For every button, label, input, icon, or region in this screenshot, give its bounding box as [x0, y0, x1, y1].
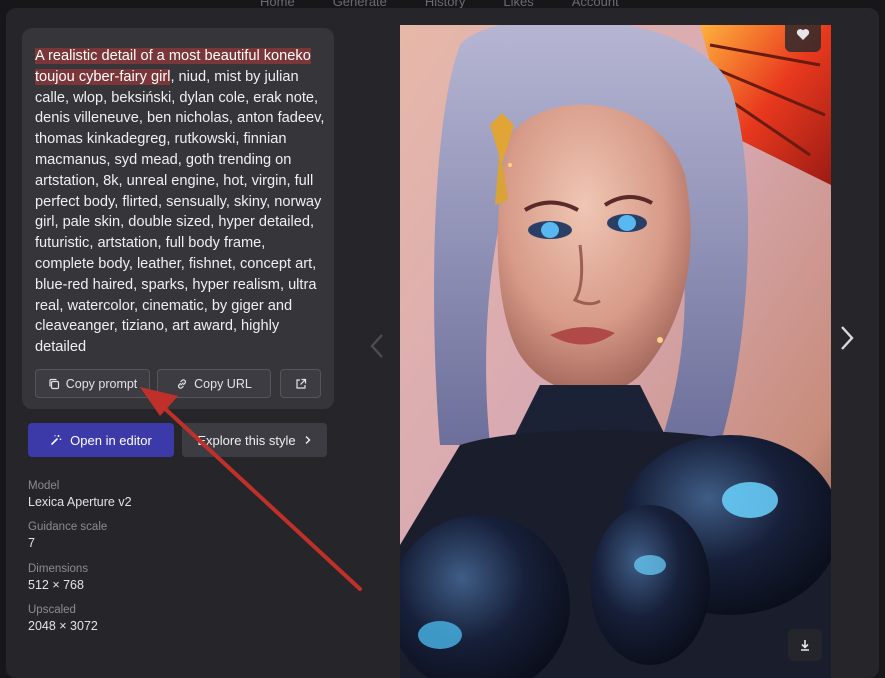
- meta-model-label: Model: [28, 480, 60, 492]
- meta-upscaled-value: 2048 × 3072: [28, 619, 98, 633]
- chevron-right-icon: [841, 326, 854, 350]
- explore-style-button[interactable]: Explore this style: [182, 423, 327, 457]
- meta-upscaled: Upscaled 2048 × 3072: [28, 603, 288, 634]
- details-panel: A realistic detail of a most beautiful k…: [6, 8, 351, 678]
- link-icon: [178, 378, 187, 389]
- copy-prompt-label: Copy prompt: [65, 376, 138, 391]
- meta-upscaled-label: Upscaled: [28, 604, 76, 616]
- nav-generate[interactable]: Generate: [333, 0, 387, 9]
- top-navigation: Home Generate History Likes Account: [260, 0, 640, 9]
- external-link-icon: [295, 378, 306, 389]
- meta-dimensions: Dimensions 512 × 768: [28, 562, 288, 593]
- meta-dimensions-value: 512 × 768: [28, 578, 84, 592]
- nav-home[interactable]: Home: [260, 0, 295, 9]
- copy-url-label: Copy URL: [194, 376, 252, 391]
- open-in-editor-button[interactable]: Open in editor: [28, 423, 174, 457]
- heart-icon: [796, 28, 810, 40]
- copy-prompt-button[interactable]: Copy prompt: [35, 369, 150, 398]
- copy-icon: [49, 378, 59, 389]
- prompt-text-rest: , niud, mist by julian calle, wlop, beks…: [35, 68, 325, 356]
- meta-guidance-value: 7: [28, 536, 35, 550]
- magic-wand-icon: [51, 435, 62, 445]
- chevron-right-icon: [305, 436, 311, 444]
- nav-likes[interactable]: Likes: [503, 0, 533, 9]
- portrait-image: [400, 25, 831, 678]
- favorite-button[interactable]: [785, 16, 821, 52]
- image-detail-modal: A realistic detail of a most beautiful k…: [6, 8, 879, 678]
- previous-image-button[interactable]: [369, 332, 385, 366]
- open-external-button[interactable]: [280, 369, 321, 398]
- generated-image[interactable]: [400, 25, 831, 678]
- prompt-text: A realistic detail of a most beautiful k…: [35, 46, 325, 358]
- meta-guidance-label: Guidance scale: [28, 521, 108, 533]
- meta-model-value: Lexica Aperture v2: [28, 495, 132, 509]
- chevron-left-icon: [370, 334, 383, 358]
- download-button[interactable]: [788, 629, 822, 661]
- meta-model: Model Lexica Aperture v2: [28, 479, 288, 510]
- meta-dimensions-label: Dimensions: [28, 563, 89, 575]
- download-icon: [801, 640, 809, 651]
- prompt-card: A realistic detail of a most beautiful k…: [22, 28, 334, 409]
- copy-url-button[interactable]: Copy URL: [157, 369, 271, 398]
- nav-history[interactable]: History: [425, 0, 465, 9]
- meta-guidance: Guidance scale 7: [28, 520, 288, 551]
- nav-account[interactable]: Account: [572, 0, 619, 9]
- next-image-button[interactable]: [839, 324, 855, 358]
- explore-style-label: Explore this style: [197, 432, 296, 448]
- open-in-editor-label: Open in editor: [70, 432, 152, 448]
